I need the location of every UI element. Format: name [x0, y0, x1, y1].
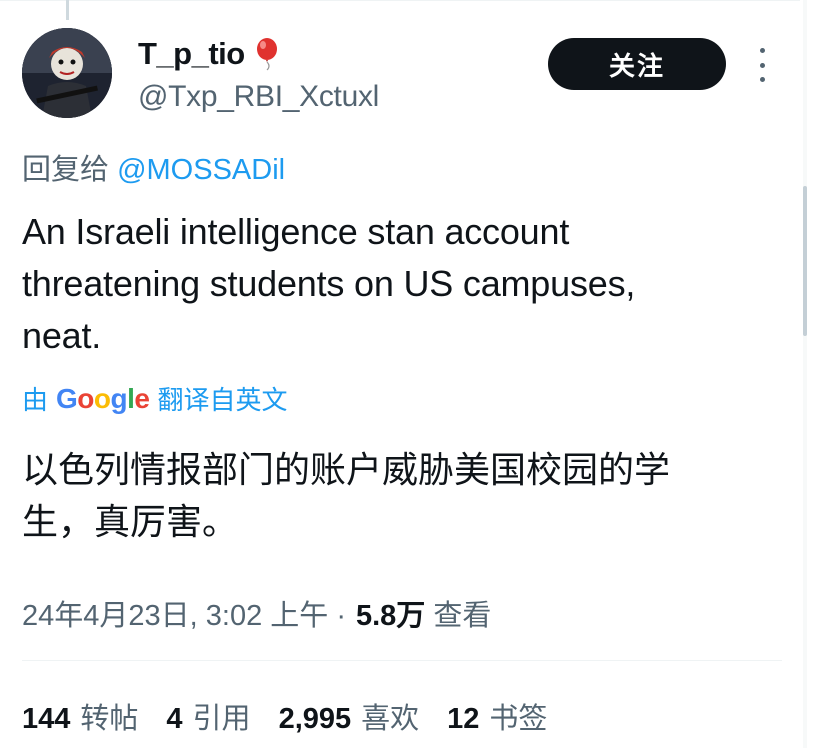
- tweet-line: neat.: [22, 315, 102, 356]
- bookmarks-stat[interactable]: 12 书签: [447, 695, 547, 737]
- likes-stat[interactable]: 2,995 喜欢: [279, 695, 420, 737]
- dot: [759, 77, 765, 82]
- bookmarks-label: 书签: [489, 703, 548, 735]
- tweet-text: An Israeli intelligence stan account thr…: [22, 206, 782, 362]
- translation-suffix[interactable]: 翻译自英文: [157, 380, 287, 417]
- tweet-meta: 24年4月23日, 3:02 上午 · 5.8万 查看: [22, 592, 491, 634]
- retweets-label: 转帖: [80, 703, 139, 735]
- view-label: 查看: [433, 600, 492, 632]
- tweet-line: threatening students on US campuses,: [22, 263, 636, 304]
- translated-line: 以色列情报部门的账户威胁美国校园的学: [22, 449, 671, 490]
- reply-prefix: 回复给: [22, 154, 110, 186]
- scrollbar-track[interactable]: [803, 0, 807, 748]
- retweets-stat[interactable]: 144 转帖: [22, 695, 138, 737]
- author-handle[interactable]: @Txp_RBI_Xctuxl: [138, 80, 379, 114]
- translation-by: 由: [22, 385, 49, 415]
- follow-button[interactable]: 关注: [548, 38, 726, 90]
- dot: [759, 62, 765, 68]
- dot: [759, 48, 765, 53]
- view-count: 5.8万: [355, 600, 426, 632]
- translation-attribution[interactable]: 由 Google 翻译自英文: [22, 380, 288, 417]
- quotes-label: 引用: [192, 703, 251, 735]
- reply-to-row: 回复给 @MOSSADil: [22, 146, 285, 188]
- translated-text: 以色列情报部门的账户威胁美国校园的学 生，真厉害。: [22, 444, 782, 548]
- translated-line: 生，真厉害。: [22, 501, 239, 542]
- top-border: [0, 0, 800, 1]
- balloon-icon: [256, 38, 277, 71]
- quotes-stat[interactable]: 4 引用: [166, 695, 250, 737]
- retweets-count: 144: [22, 703, 71, 735]
- likes-count: 2,995: [278, 703, 352, 735]
- bookmarks-count: 12: [447, 703, 480, 735]
- scrollbar-thumb[interactable]: [803, 186, 807, 336]
- divider: [22, 660, 782, 661]
- google-logo: Google: [56, 382, 150, 414]
- engagement-stats: 144 转帖 4 引用 2,995 喜欢 12 书签: [22, 695, 575, 737]
- tweet-line: An Israeli intelligence stan account: [22, 211, 570, 252]
- author-name-row[interactable]: T_p_tio: [138, 36, 283, 72]
- thread-connector-line: [66, 0, 69, 20]
- clown-avatar-icon: [22, 28, 112, 118]
- reply-mention-link[interactable]: @MOSSADil: [117, 154, 285, 186]
- avatar[interactable]: [22, 28, 112, 118]
- author-display-name[interactable]: T_p_tio: [138, 36, 245, 72]
- more-vertical-icon[interactable]: [756, 48, 768, 82]
- quotes-count: 4: [166, 703, 183, 735]
- timestamp-link[interactable]: 24年4月23日, 3:02 上午 ·: [22, 592, 346, 634]
- likes-label: 喜欢: [361, 703, 420, 735]
